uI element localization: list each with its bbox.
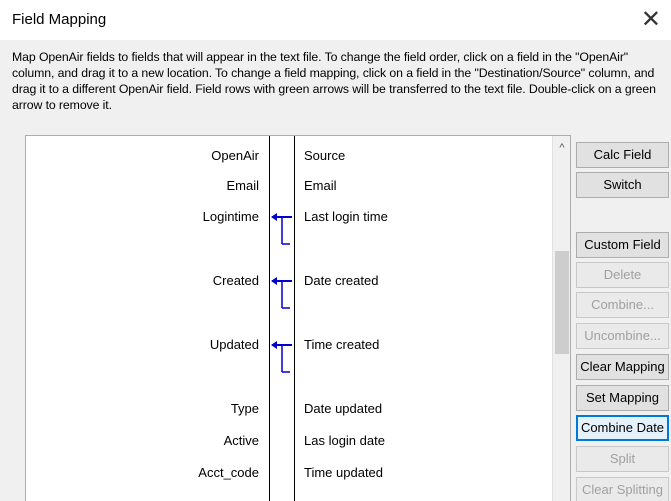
mapping-arrow-icon[interactable] <box>270 208 294 248</box>
uncombine-button[interactable]: Uncombine... <box>576 323 669 349</box>
mapping-arrow-icon[interactable] <box>270 272 294 312</box>
split-button[interactable]: Split <box>576 446 669 472</box>
source-field-date-created[interactable]: Date created <box>304 273 378 288</box>
scrollbar-thumb[interactable] <box>555 251 569 354</box>
source-field-date-updated[interactable]: Date updated <box>304 401 382 416</box>
source-field-time-created[interactable]: Time created <box>304 337 379 352</box>
custom-field-button[interactable]: Custom Field <box>576 232 669 258</box>
openair-field-updated[interactable]: Updated <box>210 337 259 352</box>
source-field-las-login-date[interactable]: Las login date <box>304 433 385 448</box>
set-mapping-button[interactable]: Set Mapping <box>576 385 669 411</box>
header-source[interactable]: Source <box>304 148 345 163</box>
mapping-grid[interactable]: OpenAir Source Email Email Logintime Las… <box>25 135 571 501</box>
openair-field-email[interactable]: Email <box>226 178 259 193</box>
instructions-text: Map OpenAir fields to fields that will a… <box>12 50 656 112</box>
header-openair[interactable]: OpenAir <box>211 148 259 163</box>
field-mapping-dialog: Field Mapping ✕ Map OpenAir fields to fi… <box>0 0 671 501</box>
title-bar: Field Mapping ✕ <box>0 0 671 40</box>
openair-field-acct-code[interactable]: Acct_code <box>198 465 259 480</box>
clear-mapping-button[interactable]: Clear Mapping <box>576 354 669 380</box>
clear-splitting-button[interactable]: Clear Splitting <box>576 477 669 501</box>
openair-field-active[interactable]: Active <box>224 433 259 448</box>
calc-field-button[interactable]: Calc Field <box>576 142 669 168</box>
openair-field-type[interactable]: Type <box>231 401 259 416</box>
combine-button[interactable]: Combine... <box>576 292 669 318</box>
openair-field-created[interactable]: Created <box>213 273 259 288</box>
openair-field-logintime[interactable]: Logintime <box>203 209 259 224</box>
close-icon[interactable]: ✕ <box>641 6 661 32</box>
delete-button[interactable]: Delete <box>576 262 669 288</box>
vertical-scrollbar[interactable]: ^ <box>552 136 570 501</box>
source-field-time-updated[interactable]: Time updated <box>304 465 383 480</box>
column-divider-right <box>294 136 295 501</box>
combine-date-button[interactable]: Combine Date <box>576 415 669 441</box>
source-field-last-login-time[interactable]: Last login time <box>304 209 388 224</box>
mapping-arrow-icon[interactable] <box>270 336 294 376</box>
switch-button[interactable]: Switch <box>576 172 669 198</box>
scroll-up-icon[interactable]: ^ <box>553 142 570 154</box>
dialog-title: Field Mapping <box>12 11 107 28</box>
column-divider-left <box>269 136 270 501</box>
source-field-email[interactable]: Email <box>304 178 337 193</box>
